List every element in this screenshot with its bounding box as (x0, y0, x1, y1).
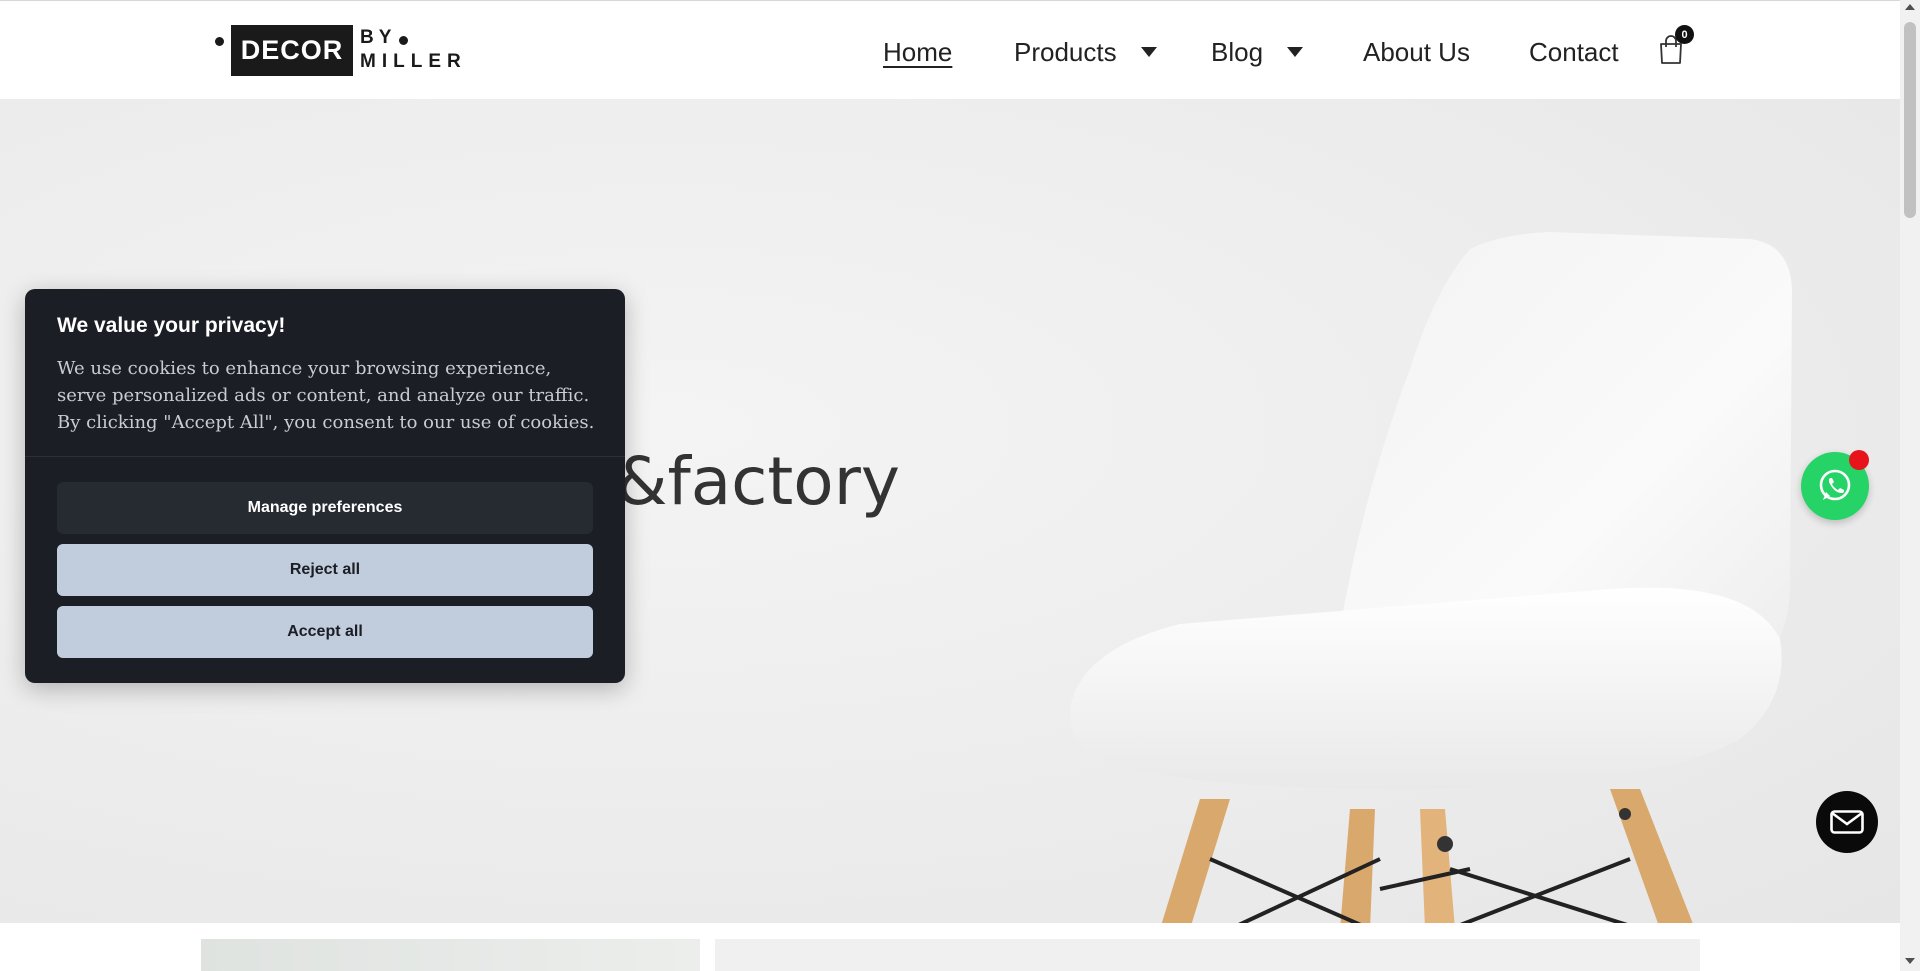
hero-title: &factory (616, 443, 900, 520)
logo-sub-text: MILLER (360, 51, 467, 72)
brand-logo[interactable]: DECOR BY MILLER (213, 25, 461, 77)
logo-dot (399, 36, 408, 45)
whatsapp-icon (1819, 469, 1851, 501)
cart-count-badge: 0 (1675, 25, 1694, 44)
scrollbar-thumb[interactable] (1904, 22, 1916, 218)
scroll-down-arrow-icon[interactable] (1905, 958, 1915, 964)
logo-dot (215, 37, 224, 46)
divider (25, 456, 625, 457)
accept-all-button[interactable]: Accept all (57, 606, 593, 658)
caret-down-icon (1287, 47, 1304, 57)
cookie-title: We value your privacy! (57, 314, 286, 337)
chair-image (1069, 232, 1792, 923)
nav-item-label: Blog (1211, 36, 1264, 67)
cookie-description: We use cookies to enhance your browsing … (57, 358, 595, 433)
nav-item-blog[interactable]: Blog (1211, 31, 1304, 73)
nav-item-home[interactable]: Home (883, 31, 952, 73)
cookie-consent-dialog: We value your privacy! We use cookies to… (25, 289, 625, 683)
scroll-up-arrow-icon[interactable] (1905, 4, 1915, 10)
notification-dot (1849, 450, 1869, 470)
product-card-image[interactable] (715, 939, 1700, 971)
site-header: DECOR BY MILLER Home Products Blog About… (0, 0, 1900, 99)
mail-icon (1830, 810, 1864, 834)
whatsapp-chat-button[interactable] (1801, 450, 1869, 520)
page-scrollbar[interactable] (1900, 0, 1920, 971)
nav-item-contact[interactable]: Contact (1529, 31, 1619, 73)
nav-item-about-us[interactable]: About Us (1363, 31, 1470, 73)
reject-all-button[interactable]: Reject all (57, 544, 593, 596)
logo-main-text: DECOR (231, 25, 353, 76)
product-card-image[interactable] (201, 939, 700, 971)
cart-button[interactable]: 0 (1658, 25, 1694, 67)
manage-preferences-button[interactable]: Manage preferences (57, 482, 593, 534)
nav-item-products[interactable]: Products (1014, 31, 1157, 73)
caret-down-icon (1140, 47, 1157, 57)
logo-by-text: BY (360, 27, 397, 48)
nav-item-label: Products (1014, 36, 1117, 67)
email-contact-button[interactable] (1816, 791, 1878, 853)
